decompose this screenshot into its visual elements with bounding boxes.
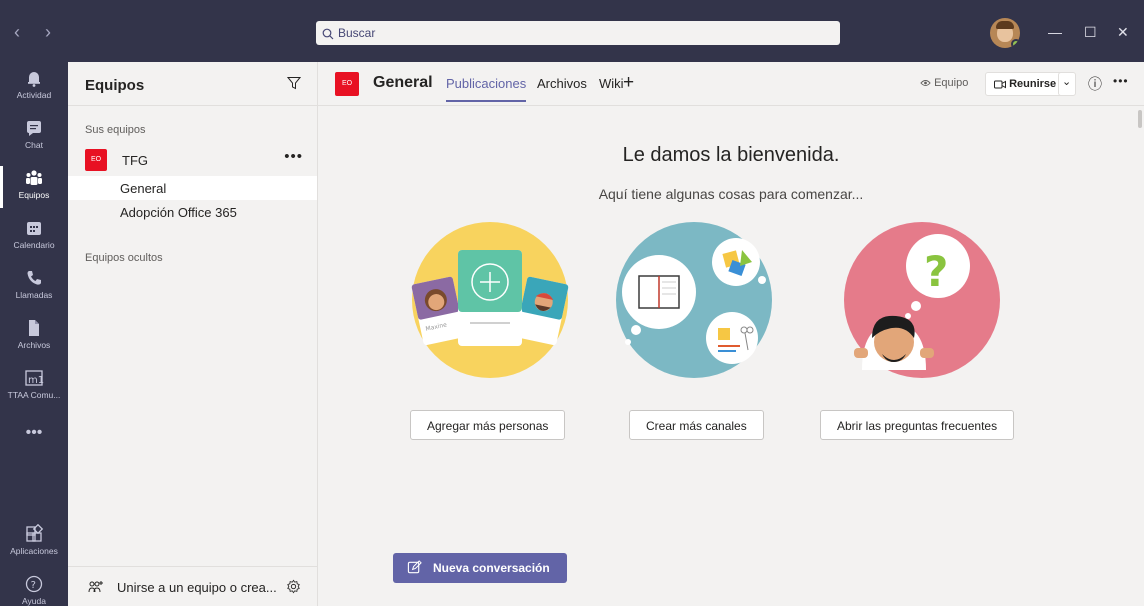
compose-icon xyxy=(407,560,422,574)
tab-publicaciones[interactable]: Publicaciones xyxy=(446,76,527,102)
help-icon: ? xyxy=(25,575,43,593)
faq-illustration: ? xyxy=(844,222,1000,378)
tab-wiki[interactable]: Wiki xyxy=(599,76,624,91)
rail-more-icon[interactable]: ••• xyxy=(0,412,68,462)
rail-item-equipos[interactable]: Equipos xyxy=(0,162,68,212)
add-tab-icon[interactable]: + xyxy=(623,72,634,94)
rail-item-calendario[interactable]: Calendario xyxy=(0,212,68,262)
new-conversation-button[interactable]: Nueva conversación xyxy=(393,553,567,583)
close-button[interactable]: ✕ xyxy=(1117,24,1129,41)
presence-status xyxy=(1011,39,1020,48)
chat-icon xyxy=(27,121,41,136)
join-team-icon[interactable] xyxy=(88,580,104,594)
teams-pane: Equipos Sus equipos EO TFG ••• General A… xyxy=(68,62,318,606)
team-row-tfg[interactable]: EO TFG ••• xyxy=(85,148,309,172)
phone-icon xyxy=(27,271,41,285)
section-hidden-teams[interactable]: Equipos ocultos xyxy=(85,252,163,264)
svg-text:?: ? xyxy=(31,580,36,591)
rail-item-llamadas[interactable]: Llamadas xyxy=(0,262,68,312)
filter-icon[interactable] xyxy=(287,76,301,90)
people-illustration: Maxine xyxy=(411,222,569,378)
team-view-button[interactable]: Equipo xyxy=(912,72,978,96)
scrollbar[interactable] xyxy=(1138,110,1142,128)
search-input[interactable]: Buscar xyxy=(316,21,840,45)
channel-team-badge: EO xyxy=(335,72,359,96)
teams-pane-footer: Unirse a un equipo o crea... xyxy=(68,566,317,606)
more-options-icon[interactable]: ••• xyxy=(284,148,303,165)
team-name: TFG xyxy=(122,153,148,168)
app-icon: m1 xyxy=(25,370,44,386)
channel-main: EO General Publicaciones Archivos Wiki +… xyxy=(318,62,1144,606)
search-icon xyxy=(322,28,334,40)
gear-icon[interactable] xyxy=(286,579,301,594)
channels-illustration xyxy=(616,222,772,378)
new-conversation-label: Nueva conversación xyxy=(433,561,550,575)
teams-pane-header: Equipos xyxy=(68,62,317,106)
avatar[interactable] xyxy=(990,18,1020,48)
rail-label: Llamadas xyxy=(15,290,53,300)
history-nav: ‹ › xyxy=(14,22,61,43)
chevron-down-icon: ⌄ xyxy=(1062,76,1072,88)
rail-label: TTAA Comu... xyxy=(7,390,61,400)
title-bar: ‹ › Buscar — ☐ ✕ xyxy=(0,0,1144,62)
bell-icon xyxy=(28,72,40,87)
teams-icon xyxy=(26,170,42,185)
search-placeholder: Buscar xyxy=(338,26,376,40)
open-faq-button[interactable]: Abrir las preguntas frecuentes xyxy=(820,410,1015,440)
rail-item-aplicaciones[interactable]: Aplicaciones xyxy=(0,518,68,568)
info-icon[interactable]: ⓘ xyxy=(1088,74,1102,94)
calendar-icon xyxy=(27,222,41,235)
team-button-label: Equipo xyxy=(934,77,969,89)
rail-label: Ayuda xyxy=(22,596,46,606)
rail-item-archivos[interactable]: Archivos xyxy=(0,312,68,362)
meet-button-label: Reunirse xyxy=(1009,78,1057,90)
channel-general[interactable]: General xyxy=(68,176,317,200)
welcome-title: Le damos la bienvenida. xyxy=(622,144,840,166)
rail-label: Actividad xyxy=(16,90,52,100)
more-options-icon[interactable]: ••• xyxy=(1113,74,1129,88)
app-icon-text: m1 xyxy=(28,375,44,386)
team-badge: EO xyxy=(85,149,107,171)
create-channels-button[interactable]: Crear más canales xyxy=(629,410,764,440)
join-team-link[interactable]: Unirse a un equipo o crea... xyxy=(117,580,277,595)
section-your-teams: Sus equipos xyxy=(85,124,146,136)
files-icon xyxy=(29,320,39,336)
channel-header: EO General Publicaciones Archivos Wiki +… xyxy=(318,62,1144,106)
teams-title: Equipos xyxy=(85,77,145,94)
video-icon xyxy=(994,80,1006,89)
rail-label: Aplicaciones xyxy=(10,546,58,556)
rail-item-actividad[interactable]: Actividad xyxy=(0,62,68,112)
minimize-button[interactable]: — xyxy=(1048,24,1062,40)
back-icon[interactable]: ‹ xyxy=(14,22,30,42)
channel-title: General xyxy=(373,74,433,91)
eye-icon xyxy=(920,80,931,87)
rail-item-chat[interactable]: Chat xyxy=(0,112,68,162)
rail-label: Archivos xyxy=(17,340,51,350)
svg-text:?: ? xyxy=(924,247,948,296)
add-people-button[interactable]: Agregar más personas xyxy=(410,410,566,440)
rail-label: Chat xyxy=(25,140,43,150)
maximize-button[interactable]: ☐ xyxy=(1084,24,1097,41)
rail-label: Equipos xyxy=(18,190,50,200)
app-rail: Actividad Chat Equipos Calendario Llamad… xyxy=(0,62,68,606)
tab-archivos[interactable]: Archivos xyxy=(537,76,587,91)
channel-adopcion[interactable]: Adopción Office 365 xyxy=(68,200,317,224)
forward-icon[interactable]: › xyxy=(45,22,61,42)
rail-label: Calendario xyxy=(13,240,55,250)
apps-icon xyxy=(26,524,44,542)
welcome-subtitle: Aquí tiene algunas cosas para comenzar..… xyxy=(598,186,864,202)
rail-item-ayuda[interactable]: ? Ayuda xyxy=(0,568,68,606)
meet-dropdown-button[interactable]: ⌄ xyxy=(1058,72,1076,96)
rail-item-ttaa[interactable]: m1 TTAA Comu... xyxy=(0,362,68,412)
